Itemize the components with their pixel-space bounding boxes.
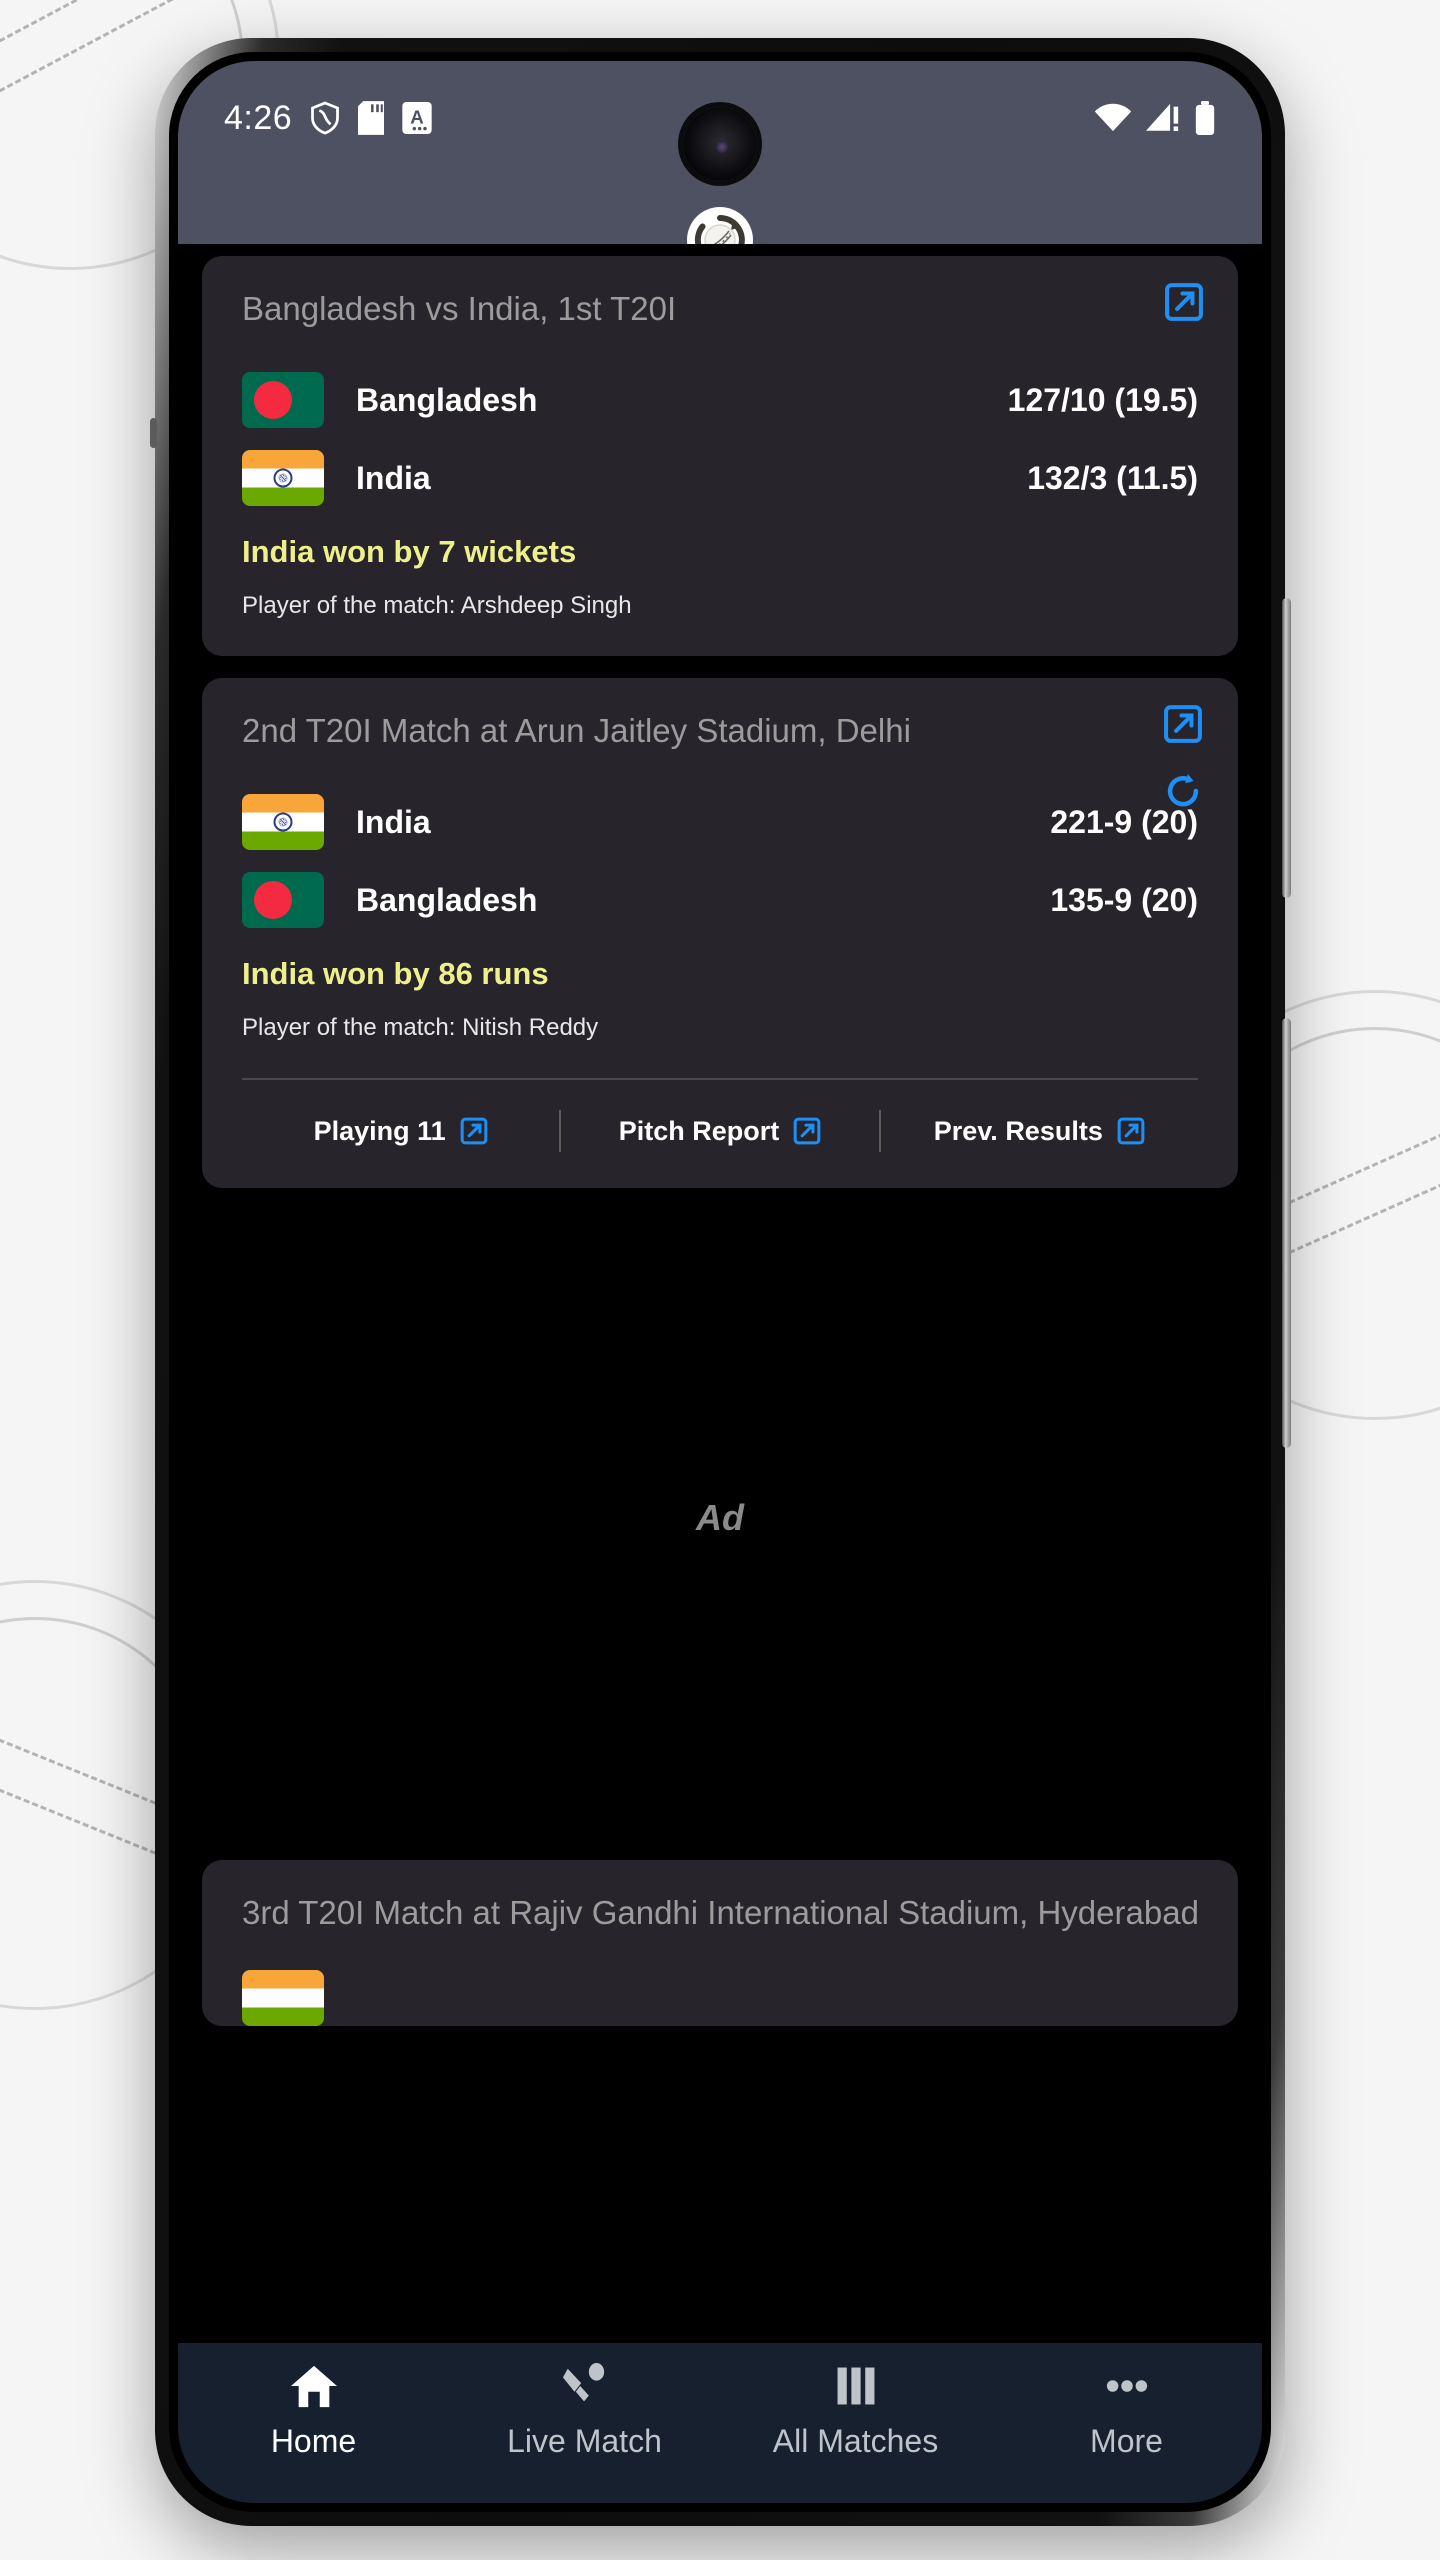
- team-row: Bangladesh 135-9 (20): [242, 872, 1198, 928]
- nav-label: Live Match: [507, 2423, 662, 2459]
- bottom-navigation: Home Live Match All Matches More: [178, 2343, 1262, 2503]
- card-corner-icons: [1164, 282, 1204, 322]
- nav-label: Home: [270, 2423, 357, 2459]
- home-icon: [289, 2363, 339, 2409]
- team-name: Bangladesh: [356, 381, 538, 418]
- team-name: India: [356, 803, 431, 840]
- battery-icon: [1194, 101, 1216, 135]
- team-name: Bangladesh: [356, 881, 538, 918]
- match-title: Bangladesh vs India, 1st T20I: [242, 290, 677, 327]
- status-bar-right: [1094, 101, 1216, 135]
- player-of-the-match: Player of the match: Nitish Reddy: [242, 1014, 599, 1041]
- ellipsis-icon: [1102, 2363, 1152, 2409]
- link-label: Playing 11: [313, 1115, 446, 1146]
- flag-bangladesh: [242, 372, 324, 428]
- cellular-signal-warning-icon: [1146, 102, 1180, 134]
- ad-label: Ad: [696, 1497, 744, 1538]
- volume-button[interactable]: [1282, 598, 1291, 898]
- status-clock: 4:26: [224, 98, 293, 137]
- status-bar: 4:26 A: [178, 61, 1262, 273]
- nav-item-all-matches[interactable]: All Matches: [720, 2363, 991, 2460]
- status-bar-left: 4:26 A: [224, 99, 432, 138]
- external-link-icon[interactable]: [1164, 282, 1204, 322]
- team-row: Bangladesh 127/10 (19.5): [242, 372, 1198, 428]
- match-result: India won by 7 wickets: [242, 534, 577, 569]
- match-card[interactable]: 2nd T20I Match at Arun Jaitley Stadium, …: [202, 678, 1238, 1188]
- external-link-icon[interactable]: [1163, 704, 1203, 744]
- match-title: 2nd T20I Match at Arun Jaitley Stadium, …: [242, 712, 911, 749]
- card-corner-icons: [1162, 704, 1204, 812]
- sd-card-icon: [358, 101, 385, 135]
- phone-screen: 4:26 A Bangladesh vs India, 1st T20I Ban…: [178, 61, 1262, 2503]
- match-card[interactable]: 3rd T20I Match at Rajiv Gandhi Internati…: [202, 1860, 1238, 2026]
- team-score: 127/10 (19.5): [1007, 381, 1198, 418]
- playing-11-link[interactable]: Playing 11: [242, 1116, 559, 1147]
- match-title: 3rd T20I Match at Rajiv Gandhi Internati…: [242, 1894, 1199, 1931]
- svg-text:A: A: [410, 106, 423, 127]
- cricket-bat-ball-icon: [560, 2363, 610, 2409]
- flag-india: [242, 1970, 324, 2026]
- phone-bezel: 4:26 A Bangladesh vs India, 1st T20I Ban…: [169, 52, 1271, 2512]
- mute-switch[interactable]: [150, 418, 157, 448]
- columns-icon: [832, 2363, 880, 2409]
- team-score: 132/3 (11.5): [1027, 459, 1198, 496]
- wifi-icon: [1094, 102, 1132, 134]
- external-link-icon: [1117, 1117, 1145, 1145]
- nav-item-home[interactable]: Home: [178, 2363, 449, 2460]
- refresh-icon[interactable]: [1162, 770, 1204, 812]
- link-label: Prev. Results: [933, 1115, 1103, 1146]
- flag-bangladesh: [242, 872, 324, 928]
- team-row: India 132/3 (11.5): [242, 450, 1198, 506]
- nav-item-live-match[interactable]: Live Match: [449, 2363, 720, 2460]
- nav-label: All Matches: [772, 2423, 939, 2459]
- flag-india: [242, 794, 324, 850]
- divider: [242, 1078, 1198, 1080]
- flag-india: [242, 450, 324, 506]
- team-score: 135-9 (20): [1050, 881, 1198, 918]
- shield-icon: [310, 101, 340, 135]
- app-content: Bangladesh vs India, 1st T20I Bangladesh…: [178, 244, 1262, 2503]
- team-name: India: [356, 459, 431, 496]
- player-of-the-match: Player of the match: Arshdeep Singh: [242, 592, 632, 619]
- prev-results-link[interactable]: Prev. Results: [881, 1116, 1198, 1147]
- front-camera: [683, 107, 757, 181]
- phone-frame: 4:26 A Bangladesh vs India, 1st T20I Ban…: [150, 38, 1291, 2526]
- external-link-icon: [460, 1117, 488, 1145]
- pitch-report-link[interactable]: Pitch Report: [561, 1116, 878, 1147]
- match-card[interactable]: Bangladesh vs India, 1st T20I Bangladesh…: [202, 256, 1238, 656]
- external-link-icon: [793, 1117, 821, 1145]
- card-links-row: Playing 11 Pitch Report Prev. Results: [242, 1110, 1198, 1152]
- power-button[interactable]: [1282, 1018, 1291, 1448]
- match-result: India won by 86 runs: [242, 956, 549, 991]
- link-label: Pitch Report: [618, 1115, 780, 1146]
- nav-label: More: [1090, 2423, 1163, 2459]
- nav-item-more[interactable]: More: [991, 2363, 1262, 2460]
- alphabet-badge-icon: A: [402, 102, 432, 134]
- team-row: India 221-9 (20): [242, 794, 1198, 850]
- ad-slot[interactable]: Ad: [178, 1188, 1262, 1848]
